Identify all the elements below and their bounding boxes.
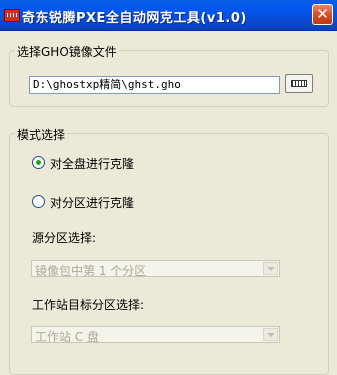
radio-partition[interactable]: [32, 195, 45, 208]
browse-button[interactable]: [285, 74, 313, 93]
gho-path-input[interactable]: D:\ghostxp精简\ghst.gho: [29, 76, 280, 94]
chevron-down-icon[interactable]: [263, 328, 278, 341]
target-partition-select[interactable]: 工作站 C 盘: [31, 326, 280, 344]
source-partition-value: 镜像包中第 1 个分区: [35, 264, 147, 278]
title-bar[interactable]: 奇东锐腾PXE全自动网克工具(v1.0) ✕: [0, 0, 337, 31]
radio-full-disk[interactable]: [32, 156, 45, 169]
radio-full-disk-label[interactable]: 对全盘进行克隆: [50, 155, 134, 172]
window-title: 奇东锐腾PXE全自动网克工具(v1.0): [22, 11, 247, 26]
close-button[interactable]: ✕: [312, 4, 333, 25]
source-partition-label: 源分区选择:: [32, 231, 97, 245]
mode-group-legend: 模式选择: [15, 126, 68, 143]
gho-file-group-legend: 选择GHO镜像文件: [15, 43, 119, 60]
browse-icon: [291, 80, 307, 87]
chevron-down-icon[interactable]: [263, 262, 278, 275]
source-partition-select[interactable]: 镜像包中第 1 个分区: [31, 260, 280, 278]
app-icon[interactable]: [4, 9, 20, 22]
radio-partition-label[interactable]: 对分区进行克隆: [50, 194, 134, 211]
target-partition-value: 工作站 C 盘: [35, 330, 100, 344]
close-icon: ✕: [316, 5, 329, 23]
target-partition-label: 工作站目标分区选择:: [32, 298, 145, 312]
